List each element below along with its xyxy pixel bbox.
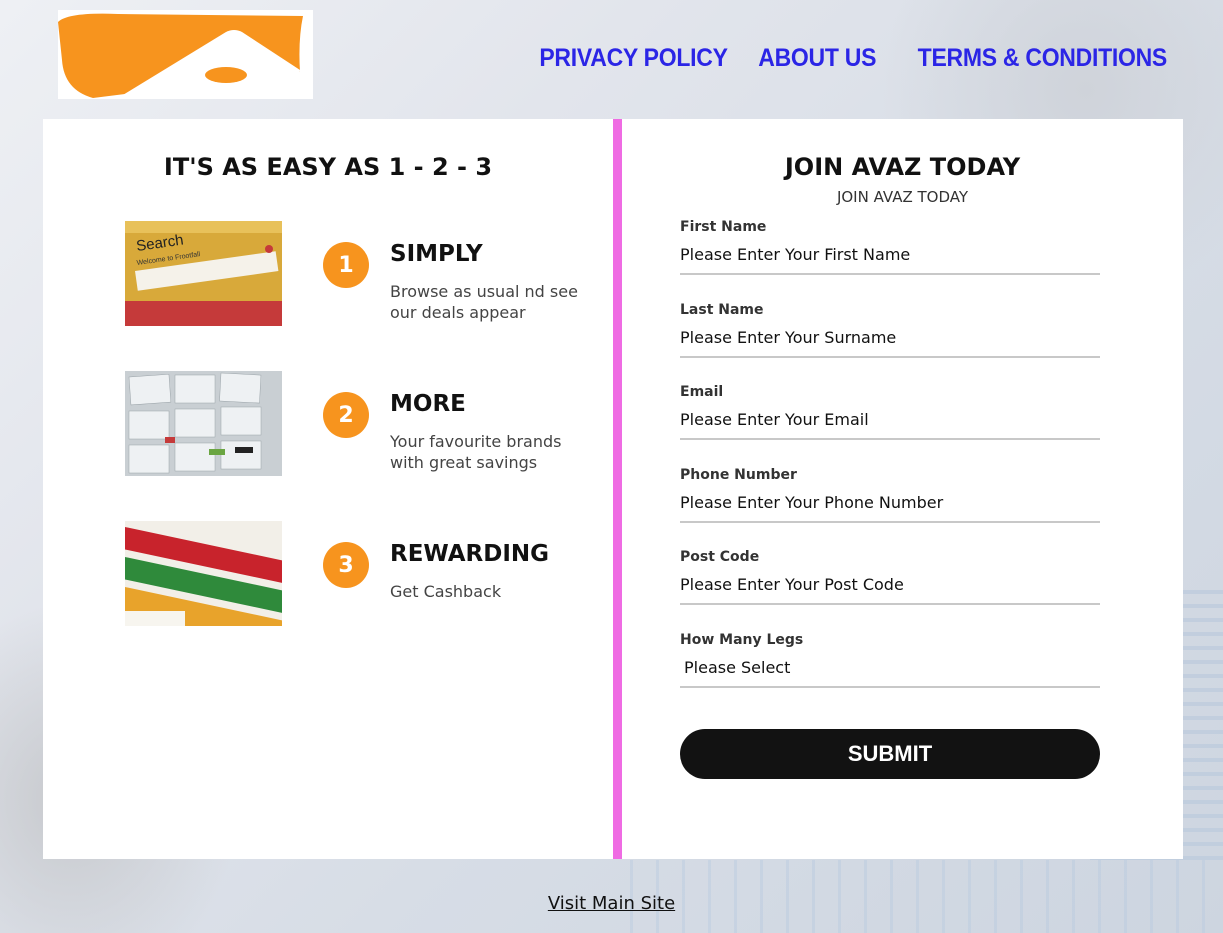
steps-title: IT'S AS EASY AS 1 - 2 - 3 xyxy=(163,153,493,181)
terms-conditions-link[interactable]: TERMS & CONDITIONS xyxy=(918,44,1168,73)
about-us-link[interactable]: ABOUT US xyxy=(758,44,876,73)
top-navigation: PRIVACY POLICY ABOUT US TERMS & CONDITIO… xyxy=(523,44,1168,73)
brand-logo-icon xyxy=(58,13,303,99)
field-label: Post Code xyxy=(680,549,760,565)
brand-offers-image xyxy=(125,371,282,476)
submit-button[interactable]: SUBMIT xyxy=(680,729,1100,779)
field-label: First Name xyxy=(680,219,767,235)
form-subtitle: JOIN AVAZ TODAY xyxy=(836,188,969,206)
step-3: 3 REWARDING Get Cashback xyxy=(125,521,605,626)
post-code-field: Post Code xyxy=(680,549,1100,605)
post-code-input[interactable] xyxy=(680,575,1100,605)
phone-number-field: Phone Number xyxy=(680,467,1100,523)
field-label: Phone Number xyxy=(680,467,797,483)
search-screenshot-image: Search Welcome to Frootfall xyxy=(125,221,282,326)
last-name-field: Last Name xyxy=(680,302,1100,358)
email-input[interactable] xyxy=(680,410,1100,440)
step-title: MORE xyxy=(390,391,466,417)
last-name-input[interactable] xyxy=(680,328,1100,358)
step-description: Browse as usual nd see our deals appear xyxy=(390,282,578,322)
first-name-field: First Name xyxy=(680,219,1100,275)
email-field: Email xyxy=(680,384,1100,440)
visit-main-site-link[interactable]: Visit Main Site xyxy=(0,893,1223,914)
step-number-badge: 3 xyxy=(323,542,369,588)
how-many-legs-select[interactable]: Please Select xyxy=(680,658,1100,688)
step-description: Your favourite brands with great savings xyxy=(390,432,562,472)
main-card: IT'S AS EASY AS 1 - 2 - 3 Search Welcome… xyxy=(43,119,1183,859)
offer-banners-image xyxy=(125,521,282,626)
how-many-legs-field: How Many Legs Please Select xyxy=(680,632,1100,688)
step-number-badge: 2 xyxy=(323,392,369,438)
step-title: SIMPLY xyxy=(390,241,483,267)
field-label: Email xyxy=(680,384,724,400)
step-1: Search Welcome to Frootfall 1 SIMPLY Bro… xyxy=(125,221,605,326)
brand-logo[interactable] xyxy=(58,10,313,99)
step-2: 2 MORE Your favourite brands with great … xyxy=(125,371,605,476)
panel-divider xyxy=(613,119,622,859)
step-number-badge: 1 xyxy=(323,242,369,288)
phone-number-input[interactable] xyxy=(680,493,1100,523)
form-title: JOIN AVAZ TODAY xyxy=(784,153,1021,181)
step-title: REWARDING xyxy=(390,541,550,567)
first-name-input[interactable] xyxy=(680,245,1100,275)
field-label: How Many Legs xyxy=(680,632,804,648)
field-label: Last Name xyxy=(680,302,764,318)
privacy-policy-link[interactable]: PRIVACY POLICY xyxy=(540,44,729,73)
step-description: Get Cashback xyxy=(390,582,502,601)
